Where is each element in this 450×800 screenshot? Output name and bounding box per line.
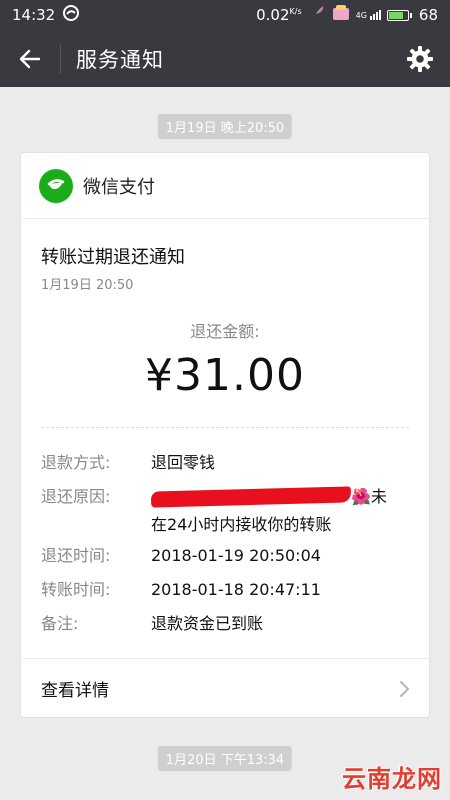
settings-button[interactable] — [390, 30, 450, 87]
notice-date: 1月19日 20:50 — [41, 278, 134, 293]
view-details-link[interactable]: 查看详情 — [21, 659, 429, 718]
sender-name: 微信支付 — [83, 176, 155, 198]
site-watermark: 云南龙网 — [342, 764, 442, 793]
gear-icon — [407, 45, 433, 72]
wechat-status-icon — [63, 5, 80, 25]
detail-label: 转账时间: — [41, 580, 111, 599]
view-details-label: 查看详情 — [41, 681, 109, 701]
detail-value: 2018-01-19 20:50:04 — [151, 546, 321, 565]
detail-row-refund-reason: 退还原因: 🌺未 在24小时内接收你的转账 — [41, 483, 409, 539]
detail-value: 退回零钱 — [151, 453, 216, 472]
refund-amount: ¥31.00 — [145, 350, 305, 401]
status-bar: 14:32 0.02K/s 4G 68 — [0, 0, 450, 30]
chevron-right-icon — [400, 680, 410, 697]
page-title: 服务通知 — [76, 47, 164, 72]
dashed-divider — [41, 427, 409, 428]
header-divider — [60, 43, 61, 74]
detail-label: 退还原因: — [41, 487, 111, 506]
back-arrow-icon — [19, 49, 41, 68]
app-header: 服务通知 — [0, 30, 450, 87]
detail-label: 备注: — [41, 614, 79, 633]
message-timestamp: 1月20日 下午13:34 — [157, 746, 293, 771]
detail-label: 退还时间: — [41, 546, 111, 565]
detail-label: 退款方式: — [41, 453, 111, 472]
wechat-pay-logo-icon — [39, 168, 73, 203]
reason-text-line2: 在24小时内接收你的转账 — [151, 515, 332, 534]
card-header: 微信支付 — [21, 153, 429, 219]
battery-icon — [386, 9, 412, 21]
detail-value: 2018-01-18 20:47:11 — [151, 580, 321, 599]
feather-icon — [308, 4, 326, 26]
message-timestamp: 1月19日 晚上20:50 — [157, 114, 293, 139]
network-speed: 0.02K/s — [256, 6, 302, 24]
refund-amount-label: 退还金额: — [190, 322, 260, 341]
transfer-refund-card: 微信支付 转账过期退还通知 1月19日 20:50 退还金额: ¥31.00 退… — [20, 152, 430, 718]
battery-level: 68 — [418, 6, 438, 24]
signal-4g-icon: 4G — [356, 10, 381, 20]
back-button[interactable] — [0, 30, 60, 87]
redaction-mark — [150, 486, 352, 508]
reason-text-tail: 🌺未 — [351, 487, 387, 506]
app-notification-icon — [332, 5, 350, 25]
status-time: 14:32 — [12, 6, 56, 24]
notice-title: 转账过期退还通知 — [41, 247, 185, 268]
detail-value: 退款资金已到账 — [151, 614, 264, 633]
